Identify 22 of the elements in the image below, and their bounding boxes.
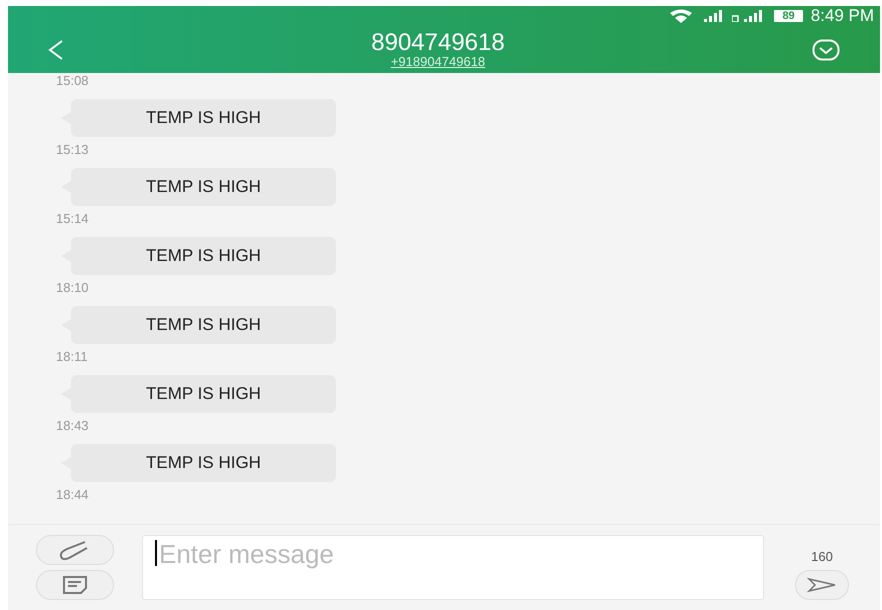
attach-button[interactable] — [36, 535, 114, 565]
template-button[interactable] — [36, 570, 114, 600]
timestamp: 18:43 — [56, 419, 90, 433]
note-icon — [63, 576, 87, 594]
send-button[interactable] — [795, 570, 849, 600]
character-count: 160 — [811, 548, 833, 566]
timestamp: 15:08 — [56, 74, 90, 88]
contact-name: 8904749618 — [371, 30, 505, 54]
wifi-icon — [668, 9, 694, 23]
dropdown-icon[interactable] — [812, 38, 840, 60]
back-icon[interactable] — [48, 38, 64, 60]
signal-icon — [702, 10, 724, 22]
send-icon — [807, 577, 837, 593]
battery-indicator: 89 — [774, 10, 803, 22]
contact-number[interactable]: +918904749618 — [390, 54, 486, 68]
timestamp: 18:44 — [56, 488, 90, 502]
clock-text: 8:49 PM — [810, 6, 874, 26]
timestamp: 18:10 — [56, 281, 90, 295]
message-field[interactable]: Enter message — [142, 535, 764, 600]
timestamp: 15:14 — [56, 212, 90, 226]
timestamp: 18:11 — [56, 350, 89, 364]
timestamp: 15:13 — [56, 143, 90, 157]
